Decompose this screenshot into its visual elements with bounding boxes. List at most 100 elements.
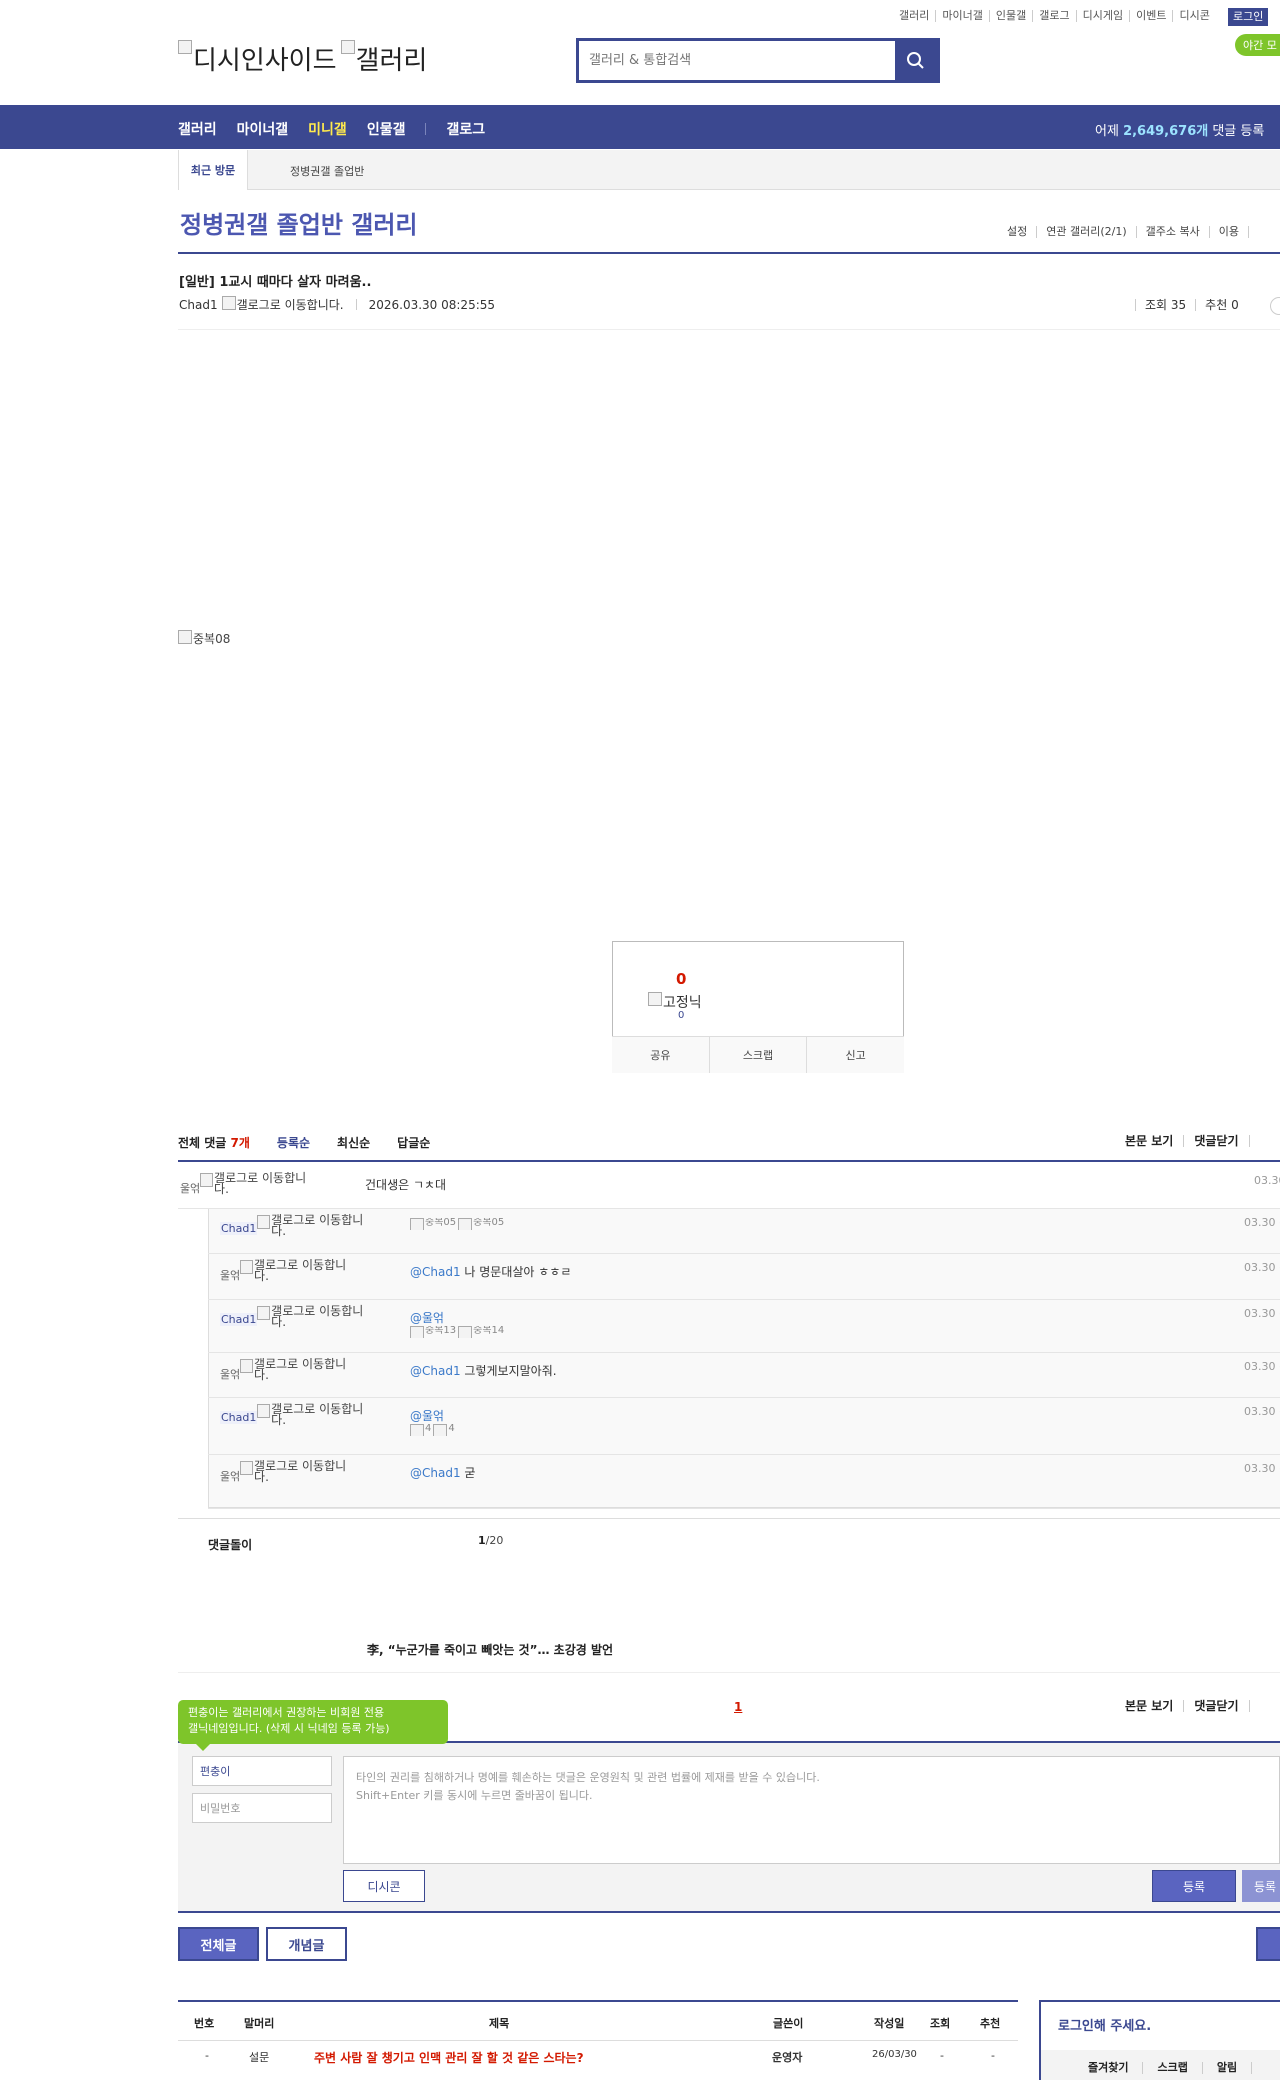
comment-author[interactable]: 울얶 갤로그로 이동합니다. (220, 1259, 350, 1283)
comment-author[interactable]: 울얶 갤로그로 이동합니다. (220, 1358, 350, 1382)
concept-posts-button[interactable]: 개념글 (266, 1927, 347, 1961)
view-post-button[interactable]: 본문 보기 (1115, 1700, 1185, 1712)
post-views: 조회 35 (1135, 299, 1195, 311)
comment-author[interactable]: Chad1 갤로그로 이동합니다. (220, 1214, 367, 1237)
sort-registered[interactable]: 등록순 (277, 1134, 310, 1151)
top-link[interactable]: 갤로그 (1033, 10, 1077, 22)
view-post-button[interactable]: 본문 보기 (1115, 1135, 1185, 1147)
submit-dccon-button[interactable]: 등록 (1242, 1870, 1280, 1902)
gallery-option[interactable]: 설정 (1007, 226, 1038, 238)
comment-nick[interactable]: 울얶 (220, 1366, 240, 1382)
night-mode-button[interactable]: 야간 모 (1235, 34, 1280, 56)
comment-mention[interactable]: @울얶 (410, 1311, 444, 1325)
gallog-icon[interactable]: 갤로그로 이동합니다. (240, 1358, 350, 1381)
comment-bot-label: 댓글돌이 (208, 1538, 253, 1552)
comment-author[interactable]: Chad1 갤로그로 이동합니다. (220, 1403, 367, 1426)
gallery-option[interactable]: 이용 (1210, 226, 1249, 238)
gallery-title[interactable]: 정병권갤 졸업반 갤러리 (180, 205, 418, 240)
comment-mention[interactable]: @Chad1 (410, 1466, 461, 1480)
dccon-button[interactable]: 디시콘 (343, 1870, 425, 1902)
comment-author[interactable]: 울얶 갤로그로 이동합니다. (220, 1460, 350, 1484)
submit-button[interactable]: 등록 (1152, 1870, 1236, 1902)
divider (178, 252, 1280, 254)
comment-nick[interactable]: Chad1 (220, 1411, 258, 1424)
comment-mention[interactable]: @Chad1 (410, 1265, 461, 1279)
close-comments-button[interactable]: 댓글닫기 (1184, 1135, 1250, 1147)
gallery-option[interactable]: 갤주소 복사 (1137, 226, 1210, 238)
list-cell-writer[interactable]: 운영자 (772, 2049, 802, 2065)
sort-reply[interactable]: 답글순 (397, 1134, 430, 1151)
gallery-option[interactable]: 연관 갤러리(2/1) (1037, 226, 1137, 238)
report-button[interactable]: 신고 (806, 1037, 904, 1073)
gallog-icon[interactable]: 갤로그로 이동합니다. (257, 1403, 367, 1426)
dcinside-logo-image[interactable]: 디시인사이드 (178, 40, 337, 77)
comment-mention[interactable]: @Chad1 (410, 1364, 461, 1378)
nav-item[interactable]: 인물갤 (367, 119, 406, 139)
nav-item[interactable]: 미니갤 (308, 119, 347, 139)
gallog-icon[interactable]: 갤로그로 이동합니다. (222, 296, 344, 313)
post-author-nick[interactable]: Chad1 (179, 298, 218, 312)
scrap-link[interactable]: 스크랩 (1143, 2062, 1203, 2074)
top-link[interactable]: 마이너갤 (936, 10, 990, 22)
comment-nick[interactable]: Chad1 (220, 1222, 258, 1235)
gallery-logo-image[interactable]: 갤러리 (341, 40, 428, 77)
list-cell-title[interactable]: 주변 사람 잘 챙기고 인맥 관리 잘 할 것 같은 스타는? (314, 2049, 584, 2066)
comment-pagination: 1/20 (478, 1534, 504, 1547)
top-link[interactable]: 인물갤 (990, 10, 1034, 22)
favorites-link[interactable]: 즐겨찾기 (1088, 2062, 1144, 2074)
top-link[interactable]: 디시게임 (1077, 10, 1131, 22)
notification-link[interactable]: 알림 (1203, 2062, 1253, 2074)
divider (178, 1911, 1280, 1913)
login-button[interactable]: 로그인 (1228, 8, 1269, 26)
divider (355, 299, 357, 310)
comment-nick[interactable]: 울얶 (220, 1468, 240, 1484)
top-link[interactable]: 갤러리 (893, 10, 937, 22)
share-button[interactable]: 공유 (612, 1037, 709, 1073)
comment-dccon-image: 4 (410, 1424, 431, 1436)
post-more-icon[interactable] (1270, 297, 1280, 315)
comment-text: @Chad1 굳 (410, 1466, 476, 1480)
refresh-comments-button[interactable] (1250, 1700, 1270, 1712)
comment-nick[interactable]: Chad1 (220, 1313, 258, 1326)
recent-visit-item[interactable]: 정병권갤 졸업반 (290, 163, 364, 179)
all-posts-button[interactable]: 전체글 (178, 1927, 259, 1961)
name-field[interactable]: 편충이 (192, 1756, 332, 1786)
comment-nick[interactable]: 울얶 (180, 1180, 200, 1196)
gallog-icon[interactable]: 갤로그로 이동합니다. (240, 1460, 350, 1483)
list-header-writer: 글쓴이 (773, 2017, 804, 2030)
comment-page-current[interactable]: 1 (478, 1534, 486, 1547)
top-link[interactable]: 디시콘 (1173, 10, 1215, 22)
comment-textarea[interactable]: 타인의 권리를 침해하거나 명예를 훼손하는 댓글은 운영원칙 및 관련 법률에… (343, 1756, 1280, 1864)
login-prompt[interactable]: 로그인해 주세요. (1058, 2015, 1151, 2034)
close-comments-button[interactable]: 댓글닫기 (1184, 1700, 1250, 1712)
search-button[interactable] (895, 41, 937, 80)
gallog-icon[interactable]: 갤로그로 이동합니다. (257, 1305, 367, 1328)
gallog-icon[interactable]: 갤로그로 이동합니다. (257, 1214, 367, 1237)
comment-dccon-image: 중복05 (458, 1218, 504, 1230)
comment-mention[interactable]: @울얶 (410, 1409, 444, 1423)
search-input[interactable] (579, 41, 895, 80)
fixed-nick-recommend-icon[interactable]: 고정닉 (648, 992, 702, 1012)
write-post-button[interactable] (1256, 1927, 1280, 1961)
gallog-icon[interactable]: 갤로그로 이동합니다. (200, 1172, 310, 1195)
comment-author[interactable]: Chad1 갤로그로 이동합니다. (220, 1305, 367, 1328)
password-field[interactable]: 비밀번호 (192, 1793, 332, 1823)
sort-latest[interactable]: 최신순 (337, 1134, 370, 1151)
comment-author[interactable]: 울얶 갤로그로 이동합니다. (180, 1172, 310, 1196)
post-image: 중복08 (178, 630, 230, 647)
refresh-comments-button[interactable] (1250, 1135, 1270, 1147)
comment-nick[interactable]: 울얶 (220, 1267, 240, 1283)
top-link[interactable]: 이벤트 (1130, 10, 1174, 22)
nav-item[interactable]: 갤러리 (178, 119, 217, 139)
divider (208, 1397, 1280, 1398)
site-logo[interactable]: 디시인사이드 갤러리 (178, 40, 427, 77)
write-page-number[interactable]: 1 (734, 1700, 742, 1714)
nav-item[interactable]: 마이너갤 (237, 119, 289, 139)
recent-visit-label[interactable]: 최근 방문 (178, 150, 248, 190)
nav-item[interactable]: 갤로그 (446, 119, 485, 139)
news-link[interactable]: 李, “누군가를 죽이고 빼앗는 것”… 초강경 발언 (367, 1641, 613, 1658)
comment-date: 03.30 ( (1244, 1360, 1280, 1373)
scrap-button[interactable]: 스크랩 (708, 1037, 807, 1073)
gallog-icon[interactable]: 갤로그로 이동합니다. (240, 1259, 350, 1282)
divider (208, 1454, 1280, 1455)
